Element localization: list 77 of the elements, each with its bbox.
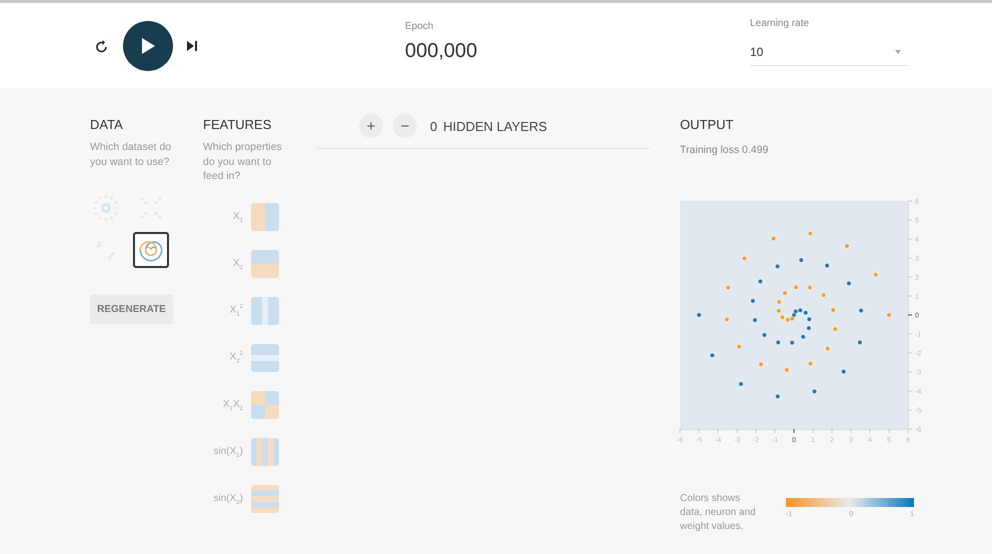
data-point [696,312,702,318]
data-point [858,340,862,345]
step-forward-icon [187,40,198,50]
step-button[interactable] [187,40,198,50]
dataset-thumbnail[interactable] [133,232,169,268]
feature-label: sin(X$_{1}$) [214,446,243,458]
reset-button[interactable] [95,38,109,52]
data-point [812,389,817,394]
add-layer-button[interactable]: + [358,114,383,138]
data-point [758,362,764,367]
training-loss: Training loss 0.499 [680,144,770,156]
data-point [750,298,756,304]
learning-rate-dropdown[interactable]: 10 [750,34,907,66]
play-button[interactable] [123,20,173,70]
reset-icon [95,38,109,52]
feature-thumbnail[interactable] [251,344,279,372]
data-point [790,340,794,346]
data-point [738,382,744,386]
feature-label: X$_{1}$X$_{2}$ [222,398,243,412]
data-point [844,244,850,248]
learning-rate-label: Learning rate [750,18,810,28]
play-icon [140,36,156,54]
feature-thumbnail[interactable] [251,297,279,325]
feature-label: X$_{1}$ [232,210,243,224]
hidden-layers-label: HIDDEN LAYERS [443,118,548,134]
data-point [824,263,830,268]
data-point [798,258,804,262]
data-point [775,264,780,269]
data-point [841,369,846,374]
data-point [724,317,730,322]
data-point [821,292,826,298]
data-point [806,326,812,330]
data-point [775,394,780,399]
features-description: Which properties do you want to feed in? [203,140,283,184]
data-point [846,280,852,286]
feature-thumbnail[interactable] [251,203,279,231]
layer-count: 0 [430,118,438,134]
epoch-label: Epoch [405,20,434,32]
data-point [782,290,788,296]
data-point [808,361,813,366]
feature-label: X$_{2}$ [232,258,243,270]
data-point [858,308,864,313]
data-point [752,318,758,322]
data-point [807,285,812,290]
legend-text: Colors shows data, neuron and weight values. [680,492,757,534]
data-heading: DATA [90,117,124,133]
remove-layer-button[interactable]: − [392,114,417,138]
data-point [873,272,878,278]
data-point [776,300,782,304]
regenerate-button[interactable]: REGENERATE [90,294,173,324]
feature-thumbnail[interactable] [251,250,279,278]
data-point [808,231,813,236]
data-point [710,352,715,358]
data-point [776,340,781,345]
feature-thumbnail[interactable] [251,485,279,513]
feature-thumbnail[interactable] [251,391,279,419]
feature-thumbnail[interactable] [251,438,279,466]
data-point [794,284,798,290]
output-heading: OUTPUT [680,117,734,133]
data-point [886,312,892,318]
data-point [784,368,790,372]
dataset-picture-icon [90,192,122,224]
data-point [825,346,830,351]
features-heading: FEATURES [203,117,272,133]
feature-label: sin(X$_{2}$) [214,492,243,506]
data-point [830,308,836,312]
data-point [758,279,763,284]
data-point [742,256,747,261]
data-point [736,344,742,350]
data-point [800,334,806,340]
epoch-value: 000,000 [405,40,478,62]
data-point [771,236,776,241]
data-point [726,285,730,290]
caret-icon [895,50,901,54]
data-point [832,326,838,332]
data-point [762,332,767,338]
data-description: Which dataset do you want to use? [90,140,172,169]
